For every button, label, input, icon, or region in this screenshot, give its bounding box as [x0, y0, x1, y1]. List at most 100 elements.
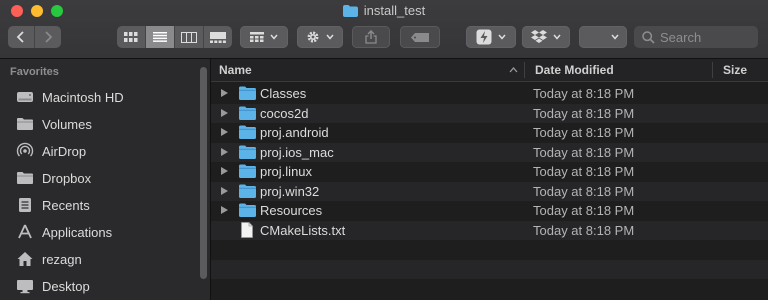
- disclosure-triangle-icon[interactable]: [221, 186, 228, 195]
- desktop-icon: [17, 280, 33, 294]
- sidebar-item-airdrop[interactable]: AirDrop: [16, 140, 86, 162]
- sidebar-item-applications[interactable]: Applications: [16, 221, 112, 243]
- sidebar-item-volumes[interactable]: Volumes: [16, 113, 92, 135]
- sidebar-item-label: Macintosh HD: [42, 89, 124, 105]
- disclosure-triangle-icon[interactable]: [221, 128, 228, 136]
- table-row[interactable]: proj.android Today at 8:18 PM: [211, 123, 768, 143]
- sidebar-item-desktop[interactable]: Desktop: [16, 275, 90, 297]
- chevron-left-icon: [16, 31, 24, 43]
- airdrop-icon: [16, 142, 34, 157]
- recents-icon: [19, 198, 31, 212]
- disclosure-triangle-icon[interactable]: [221, 108, 228, 117]
- file-date: Today at 8:18 PM: [533, 144, 635, 160]
- folder-icon: [239, 145, 256, 159]
- file-name: proj.linux: [260, 164, 313, 179]
- file-name: proj.android: [260, 125, 329, 140]
- file-name: proj.ios_mac: [260, 144, 334, 160]
- chevron-down-icon: [553, 34, 561, 40]
- sidebar-item-recents[interactable]: Recents: [16, 194, 90, 216]
- disclosure-triangle-icon[interactable]: [221, 206, 228, 214]
- list-view-button[interactable]: [146, 26, 175, 48]
- sidebar-item-label: AirDrop: [42, 143, 87, 159]
- file-name: Resources: [260, 203, 323, 218]
- extension-dropdown-button[interactable]: [579, 26, 627, 48]
- file-date: Today at 8:18 PM: [533, 86, 635, 101]
- quick-action-button[interactable]: [466, 26, 516, 48]
- window-title: install_test: [0, 3, 768, 18]
- action-button[interactable]: [297, 26, 343, 48]
- forward-button[interactable]: [35, 26, 61, 48]
- table-row[interactable]: Classes Today at 8:18 PM: [211, 84, 768, 104]
- folder-icon: [239, 125, 256, 139]
- folder-icon: [239, 106, 256, 120]
- sidebar: Favorites Macintosh HD Volumes AirDrop D…: [0, 59, 211, 300]
- folder-icon: [239, 184, 256, 198]
- finder-window: install_test Search Favorites Macintosh …: [0, 0, 768, 300]
- table-row[interactable]: CMakeLists.txt Today at 8:18 PM: [211, 220, 768, 240]
- file-list: Name Date Modified Size Classes Today at…: [211, 59, 768, 300]
- lightning-icon: [476, 29, 492, 45]
- grid-icon: [124, 32, 138, 42]
- tag-icon: [411, 32, 429, 42]
- column-view-button[interactable]: [175, 26, 204, 48]
- navigation-buttons: [8, 26, 61, 48]
- window-title-text: install_test: [363, 3, 426, 18]
- sidebar-scrollbar[interactable]: [200, 67, 207, 279]
- disclosure-triangle-icon[interactable]: [221, 167, 228, 175]
- file-date: Today at 8:18 PM: [533, 125, 635, 140]
- dropbox-icon: [531, 30, 547, 43]
- gear-icon: [307, 31, 319, 43]
- column-header-date[interactable]: Date Modified: [535, 63, 614, 77]
- table-row[interactable]: proj.linux Today at 8:18 PM: [211, 162, 768, 182]
- tags-button[interactable]: [400, 26, 440, 48]
- sort-ascending-icon: [509, 67, 518, 73]
- dropbox-button[interactable]: [522, 26, 570, 48]
- file-name: proj.win32: [260, 183, 320, 199]
- share-button[interactable]: [352, 26, 390, 48]
- hard-drive-icon: [17, 92, 33, 102]
- sidebar-item-label: Dropbox: [42, 170, 92, 186]
- sidebar-item-label: rezagn: [42, 251, 82, 267]
- columns-icon: [181, 31, 197, 43]
- disclosure-triangle-icon[interactable]: [221, 147, 228, 156]
- file-name: CMakeLists.txt: [260, 222, 346, 238]
- column-header-name[interactable]: Name: [219, 63, 252, 77]
- grid-icon: [250, 32, 264, 42]
- file-date: Today at 8:18 PM: [533, 105, 635, 121]
- disclosure-triangle-icon[interactable]: [221, 89, 228, 97]
- search-placeholder: Search: [660, 29, 702, 45]
- sidebar-item-rezagn[interactable]: rezagn: [16, 248, 82, 270]
- file-date: Today at 8:18 PM: [533, 203, 635, 218]
- home-icon: [17, 252, 33, 266]
- share-icon: [365, 30, 377, 44]
- table-row[interactable]: Resources Today at 8:18 PM: [211, 201, 768, 221]
- chevron-down-icon: [270, 34, 278, 40]
- group-by-button[interactable]: [240, 26, 288, 48]
- sidebar-item-label: Recents: [42, 197, 90, 213]
- chevron-down-icon: [611, 34, 619, 40]
- folder-icon: [239, 86, 256, 100]
- column-header-row: Name Date Modified Size: [211, 59, 768, 82]
- table-row[interactable]: proj.win32 Today at 8:18 PM: [211, 181, 768, 201]
- sidebar-section-favorites: Favorites: [10, 66, 59, 78]
- chevron-down-icon: [326, 34, 334, 40]
- folder-icon: [239, 164, 256, 178]
- chevron-down-icon: [498, 34, 506, 40]
- document-icon: [241, 221, 253, 238]
- table-row[interactable]: cocos2d Today at 8:18 PM: [211, 103, 768, 123]
- search-field[interactable]: Search: [634, 26, 758, 48]
- folder-icon: [239, 203, 256, 217]
- file-date: Today at 8:18 PM: [533, 164, 635, 179]
- sidebar-item-dropbox[interactable]: Dropbox: [16, 167, 91, 189]
- table-row[interactable]: proj.ios_mac Today at 8:18 PM: [211, 142, 768, 162]
- column-header-size[interactable]: Size: [723, 63, 747, 77]
- icon-view-button[interactable]: [117, 26, 146, 48]
- file-date: Today at 8:18 PM: [533, 183, 635, 199]
- gallery-view-button[interactable]: [204, 26, 232, 48]
- sidebar-item-label: Desktop: [42, 278, 90, 294]
- back-button[interactable]: [8, 26, 35, 48]
- sidebar-item-label: Applications: [42, 224, 113, 240]
- sidebar-item-macintosh-hd[interactable]: Macintosh HD: [16, 86, 124, 108]
- column-separator: [524, 62, 525, 78]
- search-icon: [642, 30, 655, 44]
